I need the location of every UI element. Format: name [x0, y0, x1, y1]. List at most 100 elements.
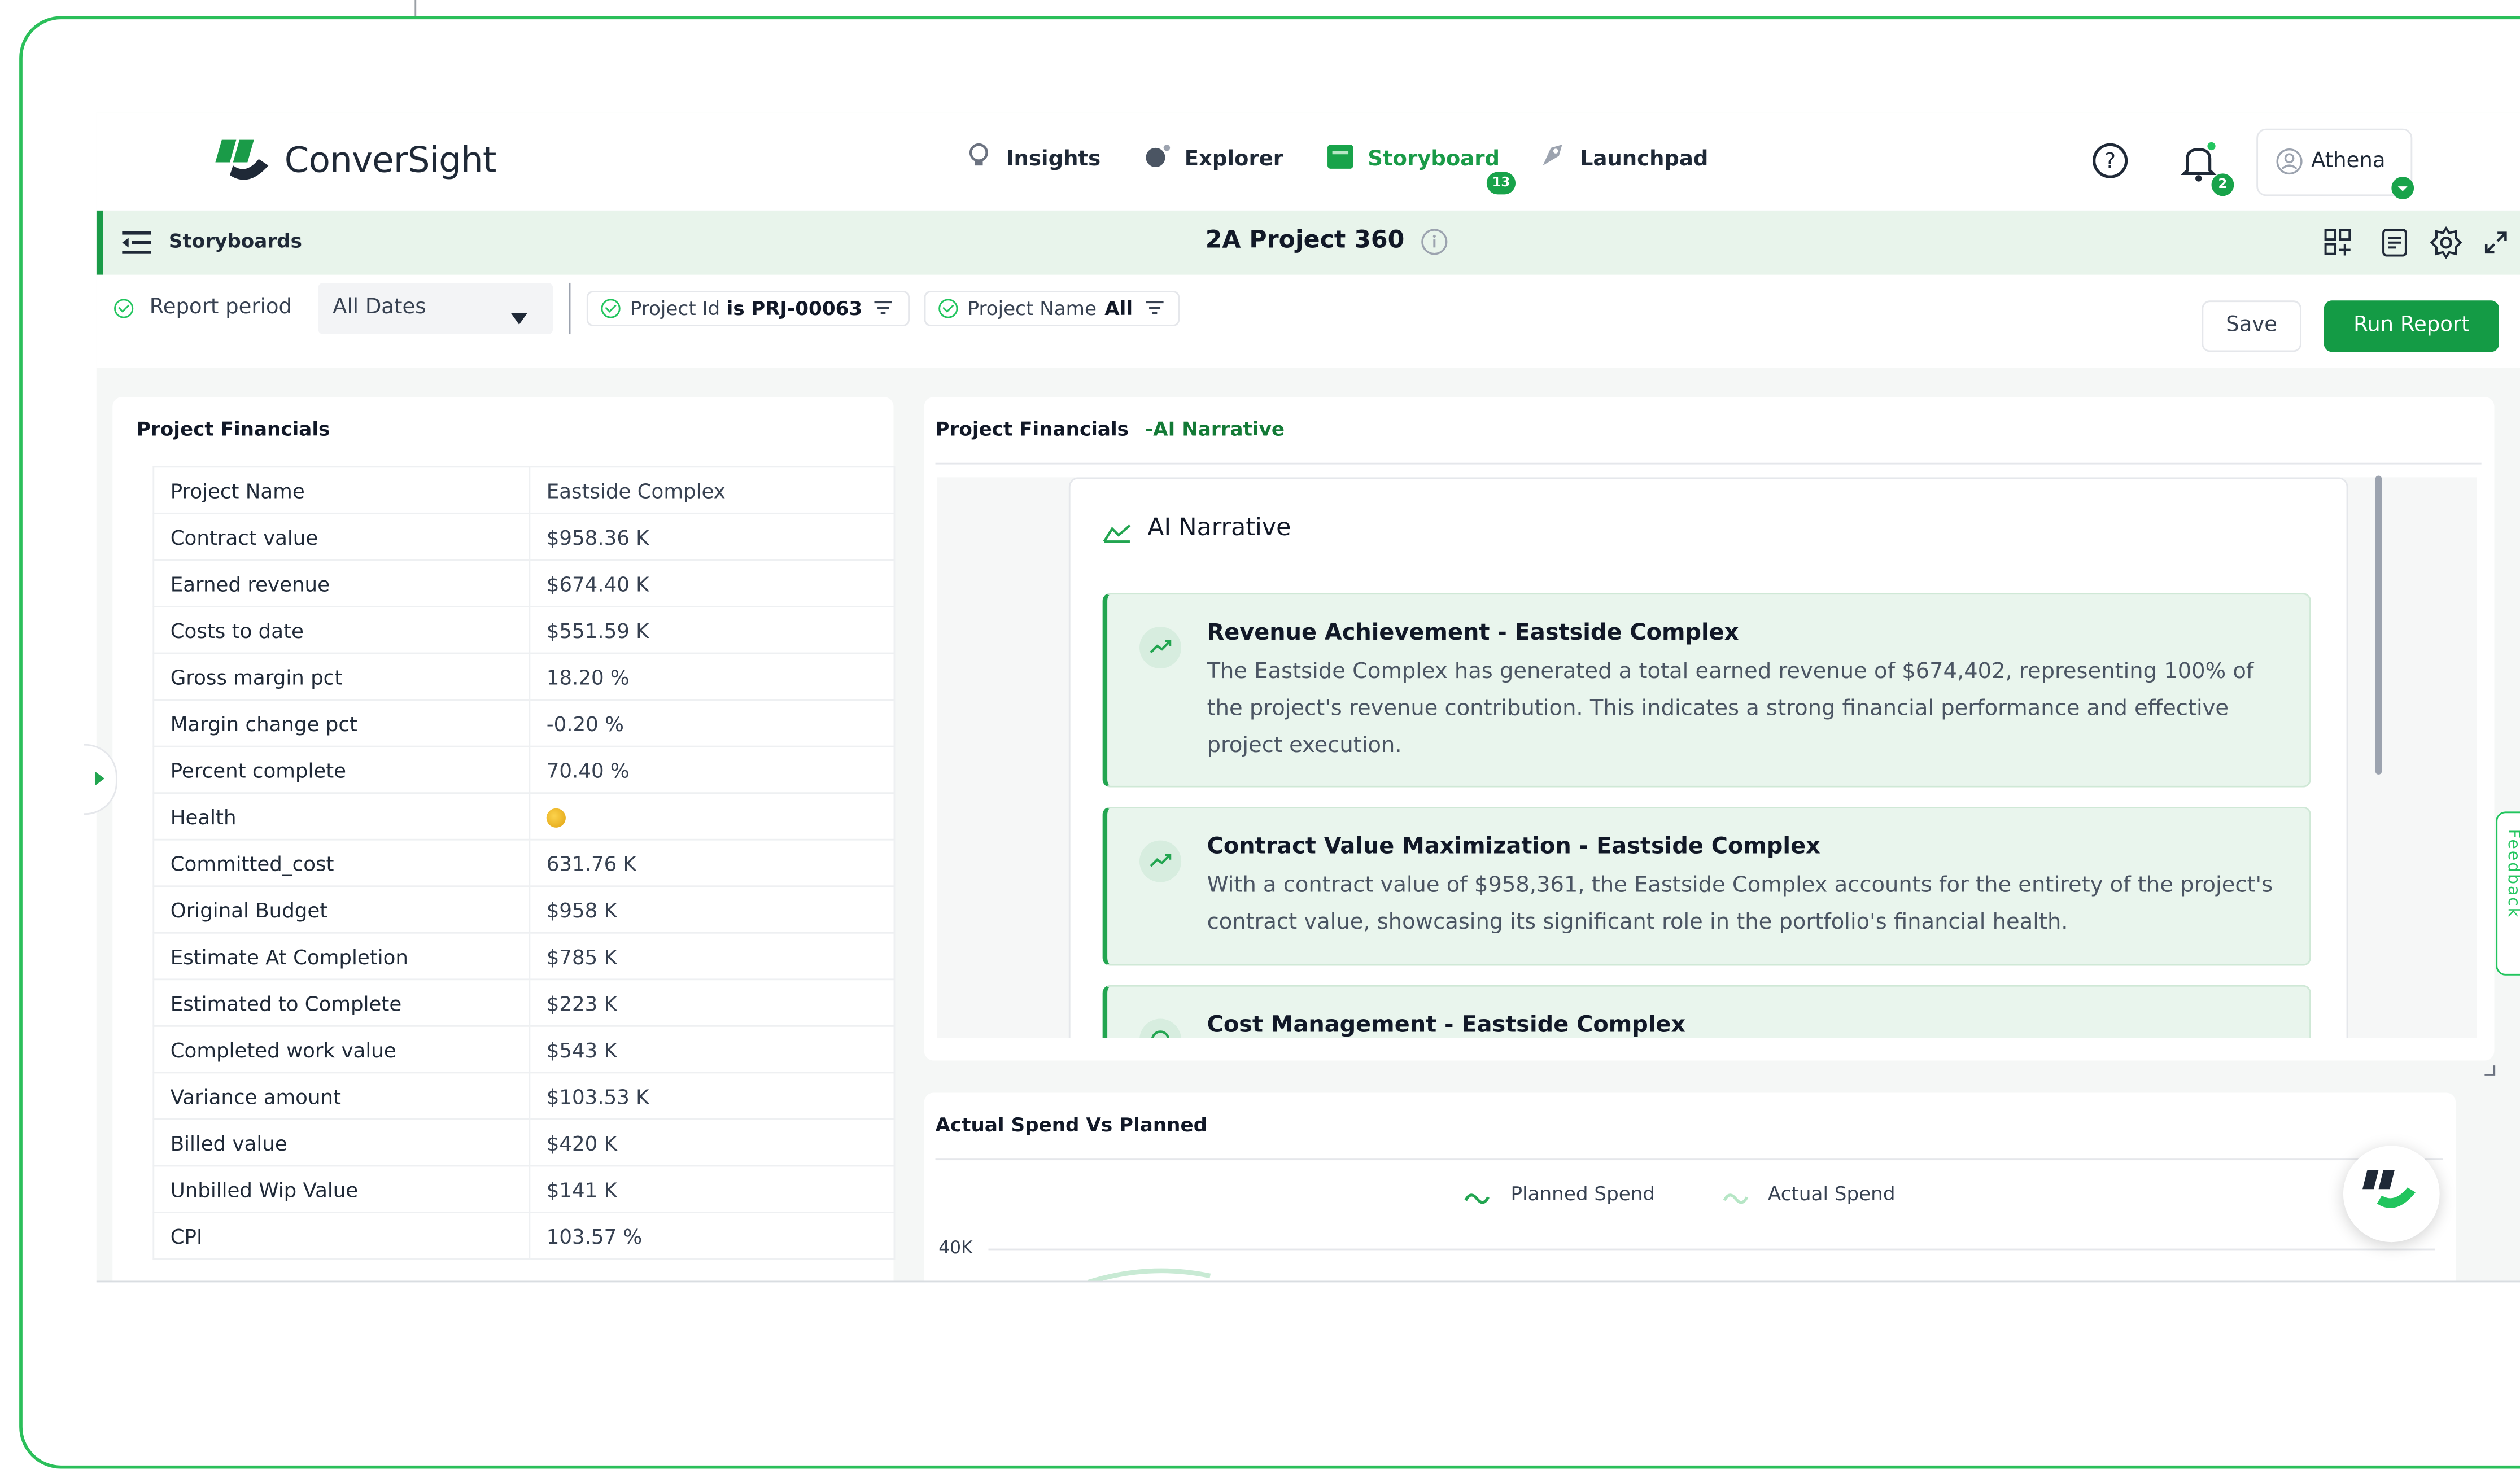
financials-row: Gross margin pct 18.20 % — [152, 652, 896, 701]
explore-icon — [1143, 141, 1172, 177]
card-divider — [935, 1158, 2443, 1161]
project-name-label: Project Name — [967, 297, 1097, 320]
expand-icon[interactable] — [2484, 230, 2507, 260]
financials-row: Committed_cost 631.76 K — [152, 838, 896, 887]
card-divider — [935, 462, 2482, 465]
financials-row-label: Contract value — [152, 512, 531, 561]
financials-table: Project Name Eastside Complex Contract val… — [152, 466, 896, 1260]
narrative-title-suffix: -AI Narrative — [1145, 418, 1285, 440]
chevron-right-icon — [94, 771, 105, 786]
add-widget-icon[interactable] — [2324, 228, 2353, 264]
rocket-icon — [1538, 141, 1567, 177]
bulb-icon — [964, 141, 993, 177]
report-period-check-icon[interactable] — [114, 299, 134, 318]
trend-up-icon — [1139, 627, 1182, 669]
financials-row: Contract value $958.36 K — [152, 512, 896, 561]
financials-row-label: Unbilled Wip Value — [152, 1165, 531, 1213]
brand-name: ConverSight — [284, 141, 497, 181]
insight-body: With a contract value of $958,361, the E… — [1207, 872, 2273, 935]
help-icon[interactable]: ? — [2091, 141, 2129, 186]
insight-title: Revenue Achievement - Eastside Complex — [1207, 620, 1739, 646]
nav-storyboard-label: Storyboard — [1368, 147, 1500, 172]
financials-row: CPI 103.57 % — [152, 1212, 896, 1260]
feedback-tab[interactable]: Feedback — [2496, 811, 2520, 976]
financials-row: Earned revenue $674.40 K — [152, 559, 896, 607]
nav-launchpad[interactable]: Launchpad — [1538, 141, 1708, 177]
top-divider — [414, 0, 417, 16]
financials-row-label: Earned revenue — [152, 559, 531, 607]
financials-row-label: CPI — [152, 1212, 531, 1260]
resize-handle-icon[interactable] — [2483, 1052, 2496, 1083]
planned-legend-icon[interactable] — [1464, 1183, 1490, 1213]
project-id-value: PRJ-00063 — [751, 297, 863, 320]
financials-row: Completed work value $543 K — [152, 1025, 896, 1074]
insight-card: Revenue Achievement - Eastside Complex T… — [1102, 593, 2311, 788]
storyboard-icon — [1326, 141, 1355, 177]
project-name-check-icon — [938, 299, 958, 318]
app-window: ConverSight Insights Explorer Storyboard — [96, 112, 2520, 1283]
financials-row: Estimate At Completion $785 K — [152, 932, 896, 981]
notification-badge: 2 — [2211, 173, 2234, 196]
narrative-scroll-area[interactable]: AI Narrative Revenue Achievement - Easts… — [937, 477, 2477, 1038]
actual-legend-icon[interactable] — [1723, 1183, 1749, 1213]
nav-insights-label: Insights — [1006, 147, 1101, 172]
insight-title: Cost Management - Eastside Complex — [1207, 1012, 1686, 1038]
nav-insights[interactable]: Insights — [964, 141, 1100, 177]
chat-assistant-button[interactable] — [2343, 1146, 2440, 1243]
filter-icon — [874, 298, 892, 320]
financials-row-value: Eastside Complex — [529, 466, 896, 514]
financials-row: Project Name Eastside Complex — [152, 466, 896, 514]
financials-row: Health — [152, 792, 896, 841]
narrative-title-main: Project Financials — [935, 418, 1129, 440]
project-name-filter[interactable]: Project Name All — [924, 291, 1180, 326]
user-name: Athena — [2311, 149, 2386, 174]
info-icon[interactable] — [1421, 228, 1448, 262]
save-button[interactable]: Save — [2202, 300, 2301, 352]
spend-chart-title: Actual Spend Vs Planned — [935, 1113, 1208, 1136]
run-report-button[interactable]: Run Report — [2324, 300, 2499, 352]
financials-row-label: Percent complete — [152, 745, 531, 794]
financials-row-label: Margin change pct — [152, 699, 531, 747]
planned-legend-label[interactable]: Planned Spend — [1511, 1183, 1656, 1205]
financials-row-value: $785 K — [529, 932, 896, 981]
menu-collapse-icon[interactable] — [120, 228, 152, 264]
financials-row-label: Billed value — [152, 1118, 531, 1167]
filter-divider — [569, 282, 571, 335]
insight-card: Contract Value Maximization - Eastside C… — [1102, 806, 2311, 966]
spend-chart-card: Actual Spend Vs Planned Planned Spend Ac… — [924, 1092, 2456, 1281]
financials-row-label: Health — [152, 792, 531, 841]
financials-row: Percent complete 70.40 % — [152, 745, 896, 794]
gear-icon[interactable] — [2430, 226, 2462, 265]
financials-row: Unbilled Wip Value $141 K — [152, 1165, 896, 1213]
feedback-label: Feedback — [2504, 829, 2520, 919]
financials-row-value: $958.36 K — [529, 512, 896, 561]
financials-row-value: $223 K — [529, 978, 896, 1027]
financials-row-value: $958 K — [529, 885, 896, 934]
ai-narrative-card-title: Project Financials -AI Narrative — [936, 418, 1285, 440]
financials-row-label: Estimated to Complete — [152, 978, 531, 1027]
financials-row-value — [529, 792, 896, 841]
narrative-scrollbar[interactable] — [2375, 475, 2382, 775]
report-period-value: All Dates — [333, 295, 426, 320]
svg-text:?: ? — [2104, 148, 2116, 173]
financials-row-value: $420 K — [529, 1118, 896, 1167]
nav-explorer[interactable]: Explorer — [1143, 141, 1283, 177]
financials-row-value: $543 K — [529, 1025, 896, 1074]
nav-storyboard[interactable]: Storyboard 13 — [1326, 141, 1516, 195]
ai-narrative-heading: AI Narrative — [1147, 512, 1291, 542]
project-name-value: All — [1104, 297, 1133, 320]
project-id-label: Project Id — [630, 297, 720, 320]
user-menu[interactable]: Athena — [2256, 128, 2414, 199]
cost-icon — [1139, 1018, 1182, 1038]
actual-legend-label[interactable]: Actual Spend — [1768, 1183, 1896, 1205]
nav-explorer-label: Explorer — [1184, 147, 1284, 172]
chevron-down-icon — [511, 302, 527, 333]
financials-row-value: 631.76 K — [529, 838, 896, 887]
page-title: 2A Project 360 — [1205, 225, 1405, 254]
brand-logo[interactable]: ConverSight — [214, 132, 496, 189]
notes-icon[interactable] — [2380, 228, 2409, 264]
financials-row-label: Estimate At Completion — [152, 932, 531, 981]
project-id-filter[interactable]: Project Id is PRJ-00063 — [586, 291, 910, 326]
storyboards-label[interactable]: Storyboards — [169, 230, 302, 252]
report-period-select[interactable]: All Dates — [318, 282, 553, 335]
